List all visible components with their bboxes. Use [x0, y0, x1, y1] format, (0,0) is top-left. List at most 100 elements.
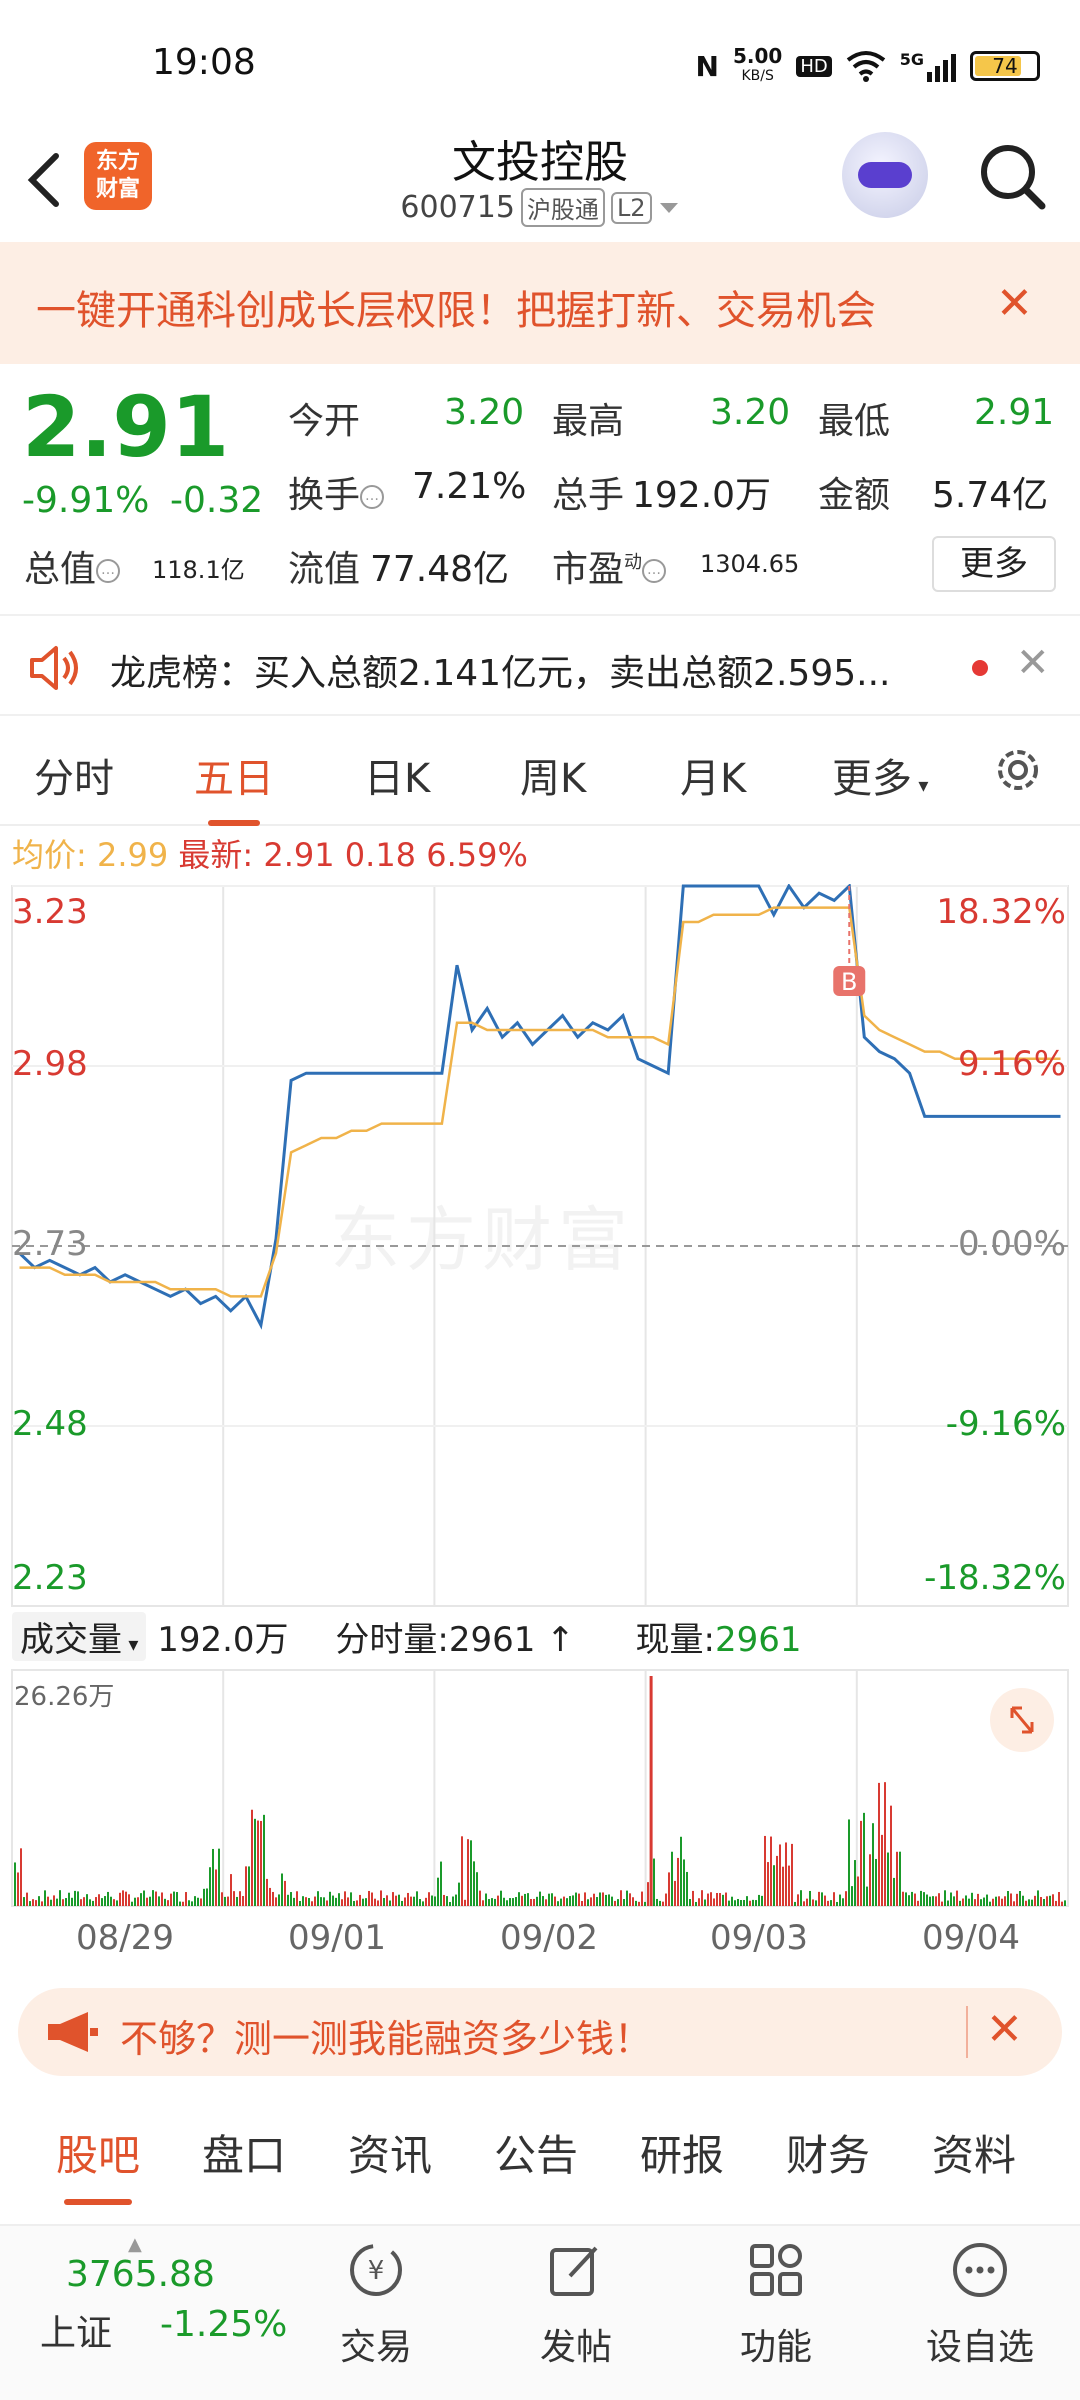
amount-label: 金额: [818, 475, 891, 516]
more-quote-button[interactable]: 更多: [932, 536, 1056, 592]
now-volume-value: 2961: [714, 1620, 802, 1660]
tab-orderbook[interactable]: 盘口: [202, 2122, 286, 2183]
tab-profile[interactable]: 资料: [932, 2122, 1016, 2183]
volume-bar: [593, 1893, 595, 1906]
volume-bar: [782, 1866, 784, 1906]
caret-down-icon: ▾: [912, 773, 929, 797]
nav-trade[interactable]: ¥ 交易: [306, 2240, 446, 2370]
nav-post[interactable]: 发帖: [506, 2240, 646, 2370]
bottom-nav: ▲ 3765.88 上证 -1.25% ¥ 交易 发帖 功能 设自选: [0, 2224, 1080, 2400]
volume-bar: [713, 1898, 715, 1906]
tab-financials[interactable]: 财务: [786, 2122, 870, 2183]
volume-bar: [362, 1898, 364, 1906]
financing-banner[interactable]: 不够？测一测我能融资多少钱！ ✕: [18, 1988, 1062, 2076]
status-time: 19:08: [152, 42, 256, 83]
tab-five-day[interactable]: 五日: [194, 746, 274, 826]
volume-bar: [122, 1890, 124, 1906]
volume-bar: [128, 1894, 130, 1906]
five-day-chart[interactable]: 东方财富 B 3.23 2.98 2.73 2.48 2.23 18.32% 9…: [0, 884, 1080, 1608]
avg-label: 均价:: [12, 836, 87, 874]
close-icon[interactable]: ✕: [1016, 640, 1050, 686]
volume-bar: [431, 1895, 433, 1906]
volume-bar: [1040, 1896, 1042, 1906]
volume-bar: [995, 1896, 997, 1906]
volume-bar: [320, 1897, 322, 1906]
star-market-banner[interactable]: 一键开通科创成长层权限！把握打新、交易机会 ✕: [0, 242, 1080, 364]
dragon-tiger-notice[interactable]: 龙虎榜：买入总额2.141亿元，卖出总额2.595... ✕: [0, 614, 1080, 716]
mktcap-value: 118.1亿: [152, 556, 245, 584]
tab-more[interactable]: 更多 ▾: [832, 746, 928, 804]
close-icon[interactable]: ✕: [986, 2004, 1023, 2055]
tab-weekly-k[interactable]: 周K: [520, 746, 586, 804]
volume-bar: [833, 1892, 835, 1906]
volume-bar: [41, 1901, 43, 1906]
volume-bar: [1001, 1898, 1003, 1906]
volume-bar: [935, 1896, 937, 1906]
tab-intraday[interactable]: 分时: [34, 746, 114, 804]
volume-bar: [965, 1895, 967, 1906]
volume-bar: [887, 1852, 889, 1906]
volume-bar: [698, 1898, 700, 1906]
volume-bar: [1064, 1900, 1066, 1906]
volume-bar: [245, 1866, 247, 1906]
volume-bar: [272, 1891, 274, 1906]
info-icon[interactable]: …: [642, 559, 667, 583]
volume-bar: [764, 1835, 766, 1906]
volume-bar: [1046, 1896, 1048, 1906]
volume-bar: [941, 1901, 943, 1906]
volume-header: 成交量 ▾ 192.0万 分时量:2961 ↑ 现量:2961: [12, 1612, 1072, 1662]
volume-bar: [800, 1890, 802, 1906]
volume-bar: [692, 1890, 694, 1906]
float-value: 77.48亿: [370, 549, 510, 590]
volume-bar: [875, 1858, 877, 1906]
app-root: 19:08 N 5.00 KB/S HD 5G 74 东方 财富 文投控股 60…: [0, 0, 1080, 2400]
volume-bar: [740, 1900, 742, 1906]
close-icon[interactable]: ✕: [996, 278, 1033, 329]
volume-bar: [161, 1892, 163, 1906]
volume-bar: [944, 1890, 946, 1906]
nav-add-watchlist[interactable]: 设自选: [910, 2240, 1050, 2370]
volume-bar: [251, 1809, 253, 1906]
volume-bar: [899, 1851, 901, 1906]
volume-bar: [296, 1891, 298, 1906]
volume-bar: [731, 1896, 733, 1906]
volume-bar: [185, 1892, 187, 1906]
volume-bar: [113, 1899, 115, 1906]
nav-functions[interactable]: 功能: [706, 2240, 846, 2370]
volume-bar: [164, 1898, 166, 1906]
volume-bar: [314, 1896, 316, 1906]
volume-bar: [947, 1900, 949, 1906]
tab-research[interactable]: 研报: [640, 2122, 724, 2183]
tab-announcements[interactable]: 公告: [494, 2122, 578, 2183]
status-icons: N 5.00 KB/S HD 5G 74: [696, 46, 1040, 86]
tab-news[interactable]: 资讯: [348, 2122, 432, 2183]
volume-bar: [791, 1843, 793, 1906]
volume-bar: [341, 1899, 343, 1906]
trade-icon: ¥: [350, 2244, 402, 2296]
info-icon[interactable]: …: [96, 559, 121, 583]
gear-icon[interactable]: [990, 742, 1046, 798]
volume-bar: [773, 1865, 775, 1906]
expand-icon[interactable]: [990, 1688, 1054, 1752]
tab-daily-k[interactable]: 日K: [364, 746, 430, 804]
volume-bar: [197, 1897, 199, 1906]
tab-monthly-k[interactable]: 月K: [680, 746, 746, 804]
volume-bar: [1061, 1901, 1063, 1906]
volume-bar: [779, 1844, 781, 1906]
volume-bar: [1004, 1896, 1006, 1906]
tab-forum[interactable]: 股吧: [56, 2122, 140, 2205]
volume-bar: [665, 1893, 667, 1906]
ai-assistant-icon[interactable]: [842, 132, 928, 218]
volume-bar: [578, 1893, 580, 1906]
caret-up-icon: ▲: [128, 2234, 142, 2255]
info-icon[interactable]: …: [360, 485, 385, 509]
volume-bar: [797, 1894, 799, 1906]
volume-selector[interactable]: 成交量 ▾: [12, 1612, 147, 1661]
volume-bar: [350, 1892, 352, 1906]
volume-bar: [1013, 1901, 1015, 1906]
search-icon[interactable]: [978, 142, 1048, 212]
price-legend: 均价: 2.99 最新: 2.91 0.18 6.59%: [12, 830, 528, 876]
current-price: 2.91: [22, 378, 230, 476]
date-axis: 08/29 09/01 09/02 09/03 09/04: [0, 1912, 1080, 1968]
low-label: 最低: [818, 401, 891, 442]
